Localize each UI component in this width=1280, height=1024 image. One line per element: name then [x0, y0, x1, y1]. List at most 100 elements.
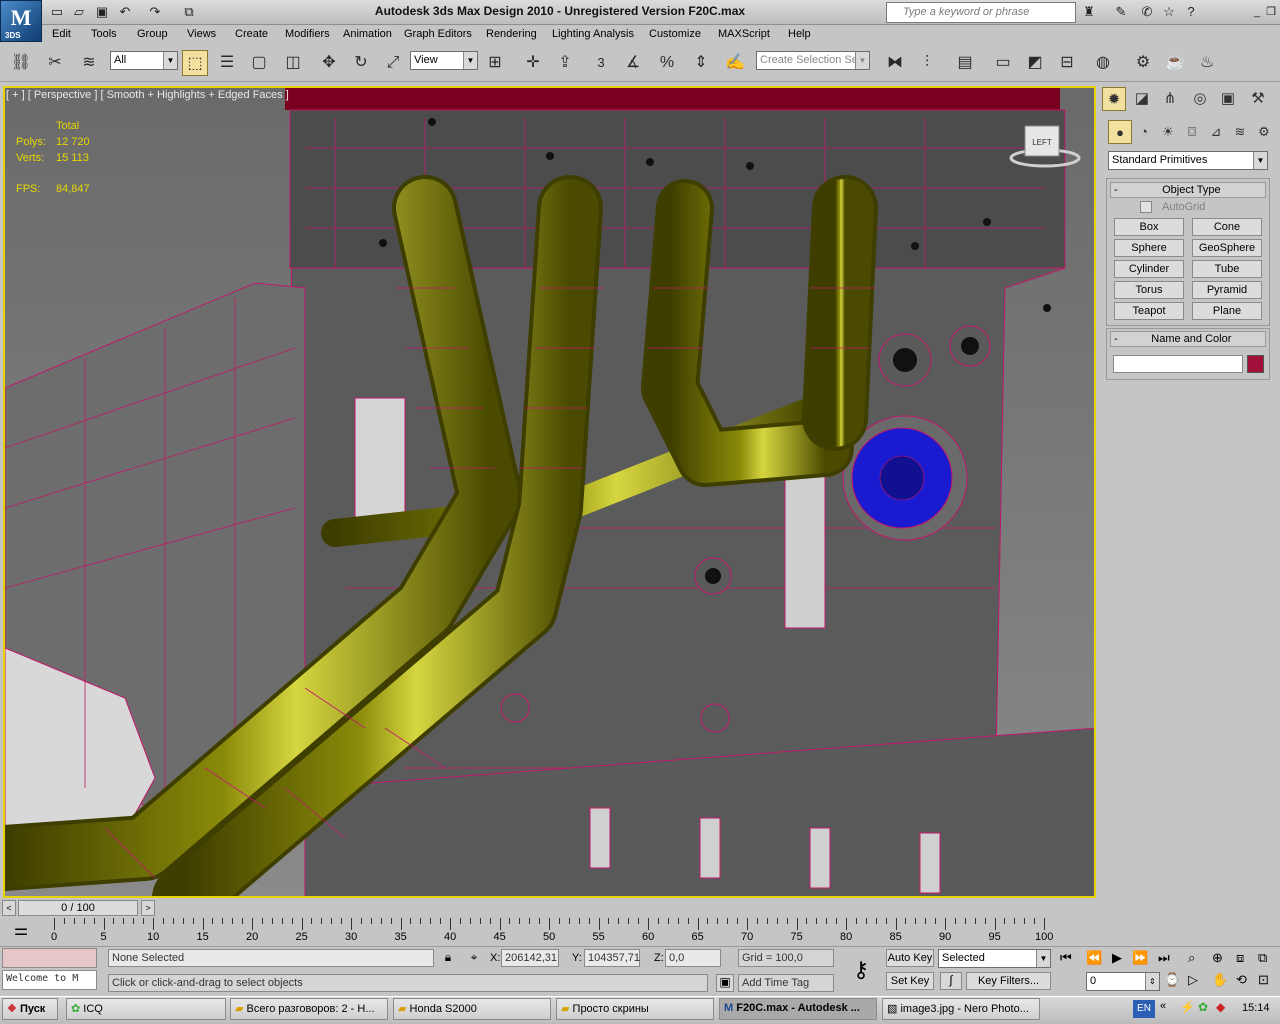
select-manipulate-icon[interactable]: ✛: [520, 50, 546, 76]
task-3dsmax[interactable]: M F20C.max - Autodesk ...: [719, 998, 877, 1020]
schematic-view-icon[interactable]: ⊟: [1054, 50, 1080, 76]
absolute-mode-icon[interactable]: ⌖: [466, 950, 482, 966]
tray-antivirus-icon[interactable]: ◆: [1216, 1000, 1225, 1014]
viewport-label[interactable]: [ + ] [ Perspective ] [ Smooth + Highlig…: [6, 89, 289, 101]
menu-lighting-analysis[interactable]: Lighting Analysis: [552, 28, 634, 40]
set-key-button[interactable]: Set Key: [886, 972, 934, 990]
x-coord-input[interactable]: 206142,31: [501, 949, 559, 967]
open-file-icon[interactable]: ▱: [70, 3, 88, 21]
cylinder-button[interactable]: Cylinder: [1114, 260, 1184, 278]
menu-edit[interactable]: Edit: [52, 28, 71, 40]
ribbon-icon[interactable]: ▭: [990, 50, 1016, 76]
systems-icon[interactable]: ⚙: [1252, 120, 1276, 144]
task-nero-photo[interactable]: ▧ image3.jpg - Nero Photo...: [882, 998, 1040, 1020]
cameras-icon[interactable]: ⌼: [1180, 120, 1204, 144]
quick-render-icon[interactable]: ♨: [1194, 50, 1220, 76]
save-icon[interactable]: ▣: [93, 3, 111, 21]
zoom-all-icon[interactable]: ⊕: [1212, 950, 1223, 966]
goto-start-icon[interactable]: ⏮: [1060, 950, 1072, 966]
curve-editor-icon[interactable]: ◩: [1022, 50, 1048, 76]
menu-rendering[interactable]: Rendering: [486, 28, 537, 40]
lock-selection-icon[interactable]: 🔒︎: [440, 950, 456, 966]
move-icon[interactable]: ✥: [316, 50, 342, 76]
space-warps-icon[interactable]: ≋: [1228, 120, 1252, 144]
utilities-tab-icon[interactable]: ⚒: [1246, 87, 1270, 111]
zoom-extents-all-icon[interactable]: ⧉: [1258, 950, 1267, 966]
tube-button[interactable]: Tube: [1192, 260, 1262, 278]
autogrid-checkbox[interactable]: [1140, 201, 1152, 213]
previous-frame-icon[interactable]: ⏪: [1086, 950, 1102, 966]
play-icon[interactable]: ▶: [1112, 950, 1122, 966]
edit-named-selection-icon[interactable]: ✍: [722, 50, 748, 76]
mirror-icon[interactable]: ⧓: [882, 50, 908, 76]
shapes-icon[interactable]: ◔: [1132, 120, 1156, 144]
field-of-view-icon[interactable]: ▷: [1188, 972, 1198, 988]
binoculars-icon[interactable]: ♜: [1080, 3, 1098, 21]
help-icon[interactable]: ?: [1182, 3, 1200, 21]
tray-expand-icon[interactable]: «: [1160, 1000, 1166, 1012]
zoom-icon[interactable]: ⌕: [1188, 950, 1195, 966]
pan-view-icon[interactable]: ✋: [1212, 972, 1228, 988]
language-indicator[interactable]: EN: [1133, 1000, 1155, 1018]
orbit-icon[interactable]: ⟲: [1236, 972, 1247, 988]
menu-maxscript[interactable]: MAXScript: [718, 28, 770, 40]
zoom-extents-icon[interactable]: ⧈: [1236, 950, 1244, 966]
time-slider-next-icon[interactable]: >: [141, 900, 155, 916]
mini-curve-editor-icon[interactable]: ⚌: [10, 920, 32, 940]
time-tag-icon[interactable]: ▣: [716, 974, 734, 992]
key-filters-button[interactable]: Key Filters...: [966, 972, 1051, 990]
object-type-header[interactable]: - Object Type: [1110, 182, 1266, 198]
current-frame-spinner[interactable]: 0 ⇕: [1086, 972, 1160, 991]
link-icon[interactable]: ⛓: [8, 50, 34, 76]
select-object-icon[interactable]: ⬚: [182, 50, 208, 76]
material-editor-icon[interactable]: ◍: [1090, 50, 1116, 76]
tray-icq-icon[interactable]: ✿: [1198, 1000, 1208, 1014]
menu-graph-editors[interactable]: Graph Editors: [404, 28, 472, 40]
helpers-icon[interactable]: ⊿: [1204, 120, 1228, 144]
menu-animation[interactable]: Animation: [343, 28, 392, 40]
layer-manager-icon[interactable]: ▤: [952, 50, 978, 76]
y-coord-input[interactable]: 104357,71: [584, 949, 640, 967]
task-honda-folder[interactable]: ▰ Honda S2000: [393, 998, 551, 1020]
spinner-snap-icon[interactable]: ⇕: [688, 50, 714, 76]
time-slider-thumb[interactable]: 0 / 100: [18, 900, 138, 916]
selection-filter-dropdown[interactable]: All ▼: [110, 51, 178, 70]
cone-button[interactable]: Cone: [1192, 218, 1262, 236]
torus-button[interactable]: Torus: [1114, 281, 1184, 299]
undo-icon[interactable]: ↶: [116, 3, 134, 21]
snaps-toggle-icon[interactable]: 3: [588, 50, 614, 76]
pyramid-button[interactable]: Pyramid: [1192, 281, 1262, 299]
menu-customize[interactable]: Customize: [649, 28, 701, 40]
help-search-input[interactable]: Type a keyword or phrase: [886, 2, 1076, 23]
plane-button[interactable]: Plane: [1192, 302, 1262, 320]
redo-icon[interactable]: ↷: [146, 3, 164, 21]
menu-group[interactable]: Group: [137, 28, 168, 40]
object-name-input[interactable]: [1113, 355, 1243, 373]
display-tab-icon[interactable]: ▣: [1216, 87, 1240, 111]
menu-views[interactable]: Views: [187, 28, 216, 40]
scale-icon[interactable]: ⤢: [380, 50, 406, 76]
communication-center-icon[interactable]: ✆: [1138, 3, 1156, 21]
rendered-frame-window-icon[interactable]: ☕: [1162, 50, 1188, 76]
pivot-center-icon[interactable]: ⊞: [482, 50, 508, 76]
named-selection-set-input[interactable]: Create Selection Se ▼: [756, 51, 870, 70]
subscription-icon[interactable]: ✎: [1112, 3, 1130, 21]
goto-end-icon[interactable]: ⏭: [1158, 950, 1170, 966]
menu-help[interactable]: Help: [788, 28, 811, 40]
window-crossing-icon[interactable]: ◫: [280, 50, 306, 76]
project-folder-icon[interactable]: ⧉: [180, 3, 198, 21]
bind-space-warp-icon[interactable]: ≋: [76, 50, 102, 76]
menu-tools[interactable]: Tools: [91, 28, 117, 40]
rectangular-region-icon[interactable]: ▢: [246, 50, 272, 76]
geometry-icon[interactable]: ●: [1108, 120, 1132, 144]
add-time-tag-button[interactable]: Add Time Tag: [738, 974, 834, 992]
tray-network-icon[interactable]: ⚡: [1180, 1000, 1195, 1014]
task-screens-folder[interactable]: ▰ Просто скрины: [556, 998, 714, 1020]
keyboard-shortcut-override-icon[interactable]: ⇪: [552, 50, 578, 76]
create-tab-icon[interactable]: ✹: [1102, 87, 1126, 111]
app-logo-button[interactable]: M 3DS: [0, 0, 42, 42]
start-button[interactable]: ❖ Пуск: [2, 998, 58, 1020]
angle-snap-icon[interactable]: ∡: [620, 50, 646, 76]
next-frame-icon[interactable]: ⏩: [1132, 950, 1148, 966]
object-color-swatch[interactable]: [1247, 355, 1264, 373]
